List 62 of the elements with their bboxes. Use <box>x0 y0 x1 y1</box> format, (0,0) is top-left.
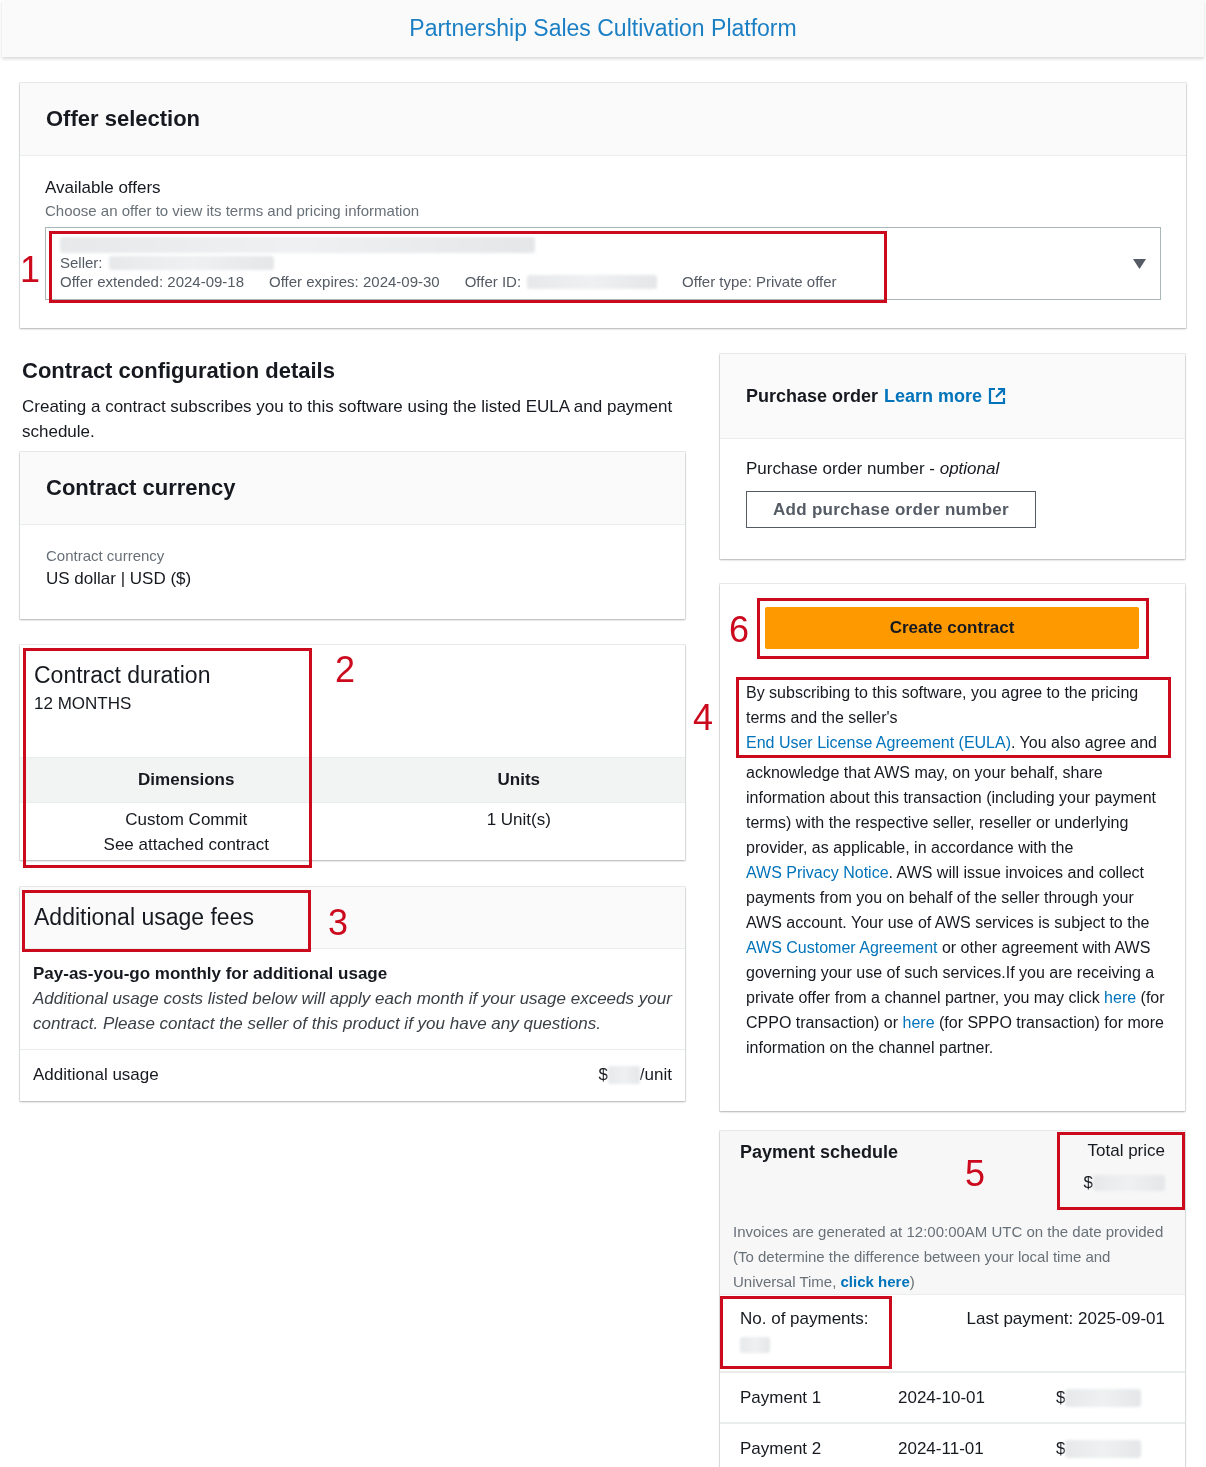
terms-link[interactable]: End User License Agreement (EULA) <box>746 734 1011 751</box>
seller-label: Seller: <box>60 253 103 272</box>
table-cell-text: Custom Commit <box>125 809 248 831</box>
create-contract-button[interactable]: Create contract <box>765 607 1139 649</box>
callout-number: 2 <box>335 652 356 688</box>
column-header: Dimensions <box>137 770 236 790</box>
blurred-redaction <box>740 1337 770 1353</box>
terms-link[interactable]: here <box>1104 989 1137 1006</box>
click-here-link[interactable]: click here <box>840 1273 910 1290</box>
section-title: Contract configuration details <box>22 358 335 383</box>
card-title: Purchase order <box>746 385 879 407</box>
offer-expires-date: Offer expires: 2024-09-30 <box>269 272 440 291</box>
currency-symbol: $ <box>1083 1173 1093 1193</box>
dropdown-caret-icon <box>1133 258 1146 269</box>
duration-value: 12 MONTHS <box>34 693 133 715</box>
card-title: Additional usage fees <box>34 904 254 931</box>
terms-link[interactable]: AWS Privacy Notice <box>746 864 889 881</box>
currency-symbol: $ <box>1056 1387 1066 1408</box>
learn-more-link[interactable]: Learn more <box>884 385 1007 407</box>
field-label: Contract currency <box>46 546 166 566</box>
last-payment-date: Last payment: 2025-09-01 <box>966 1309 1165 1330</box>
offer-extended-date: Offer extended: 2024-09-18 <box>60 272 245 291</box>
currency-value: US dollar | USD ($) <box>46 568 193 590</box>
offer-id-label: Offer ID: <box>464 272 522 291</box>
payment-label: Payment 2 <box>740 1438 823 1459</box>
offer-type: Offer type: Private offer <box>682 272 837 291</box>
usage-label: Additional usage <box>33 1065 159 1085</box>
payments-count-label: No. of payments: <box>740 1309 869 1329</box>
card-title: Offer selection <box>46 106 201 132</box>
column-header: Units <box>496 770 541 790</box>
card-title: Contract duration <box>34 662 211 688</box>
callout-number: 6 <box>729 612 750 648</box>
table-cell-text: 1 Unit(s) <box>486 809 551 831</box>
section-description: Creating a contract subscribes you to this software using the listed EULA and payment schedule. <box>22 396 674 443</box>
payment-date: 2024-10-01 <box>898 1387 986 1408</box>
payment-label: Payment 1 <box>740 1387 823 1408</box>
terms-link[interactable]: AWS Customer Agreement <box>746 939 938 956</box>
usage-description: Additional usage costs listed below will apply each month if your usage exceeds your contract. Please contact the seller of this product if you have any questions. <box>33 988 672 1035</box>
card-title: Payment schedule <box>740 1141 899 1164</box>
unit-label: /unit <box>639 1065 672 1085</box>
payment-date: 2024-11-01 <box>898 1438 985 1459</box>
total-price-label: Total price <box>1087 1141 1165 1161</box>
table-cell-text: See attached contract <box>103 834 269 856</box>
add-purchase-order-button[interactable]: Add purchase order number <box>746 491 1036 528</box>
currency-symbol: $ <box>1056 1438 1066 1459</box>
subtitle: Pay-as-you-go monthly for additional usage <box>33 963 389 985</box>
currency-symbol: $ <box>598 1065 608 1085</box>
field-label: Available offers <box>45 177 162 199</box>
external-link-icon <box>988 387 1007 405</box>
callout-number: 1 <box>20 252 41 288</box>
blurred-redaction <box>607 1066 640 1084</box>
field-label: Purchase order number - optional <box>746 458 1001 480</box>
terms-paragraph: acknowledge that AWS may, on your behalf, share information about this transaction (including your payment terms) with the respective seller, reseller or underlying provider, as applicable, in accordance with the AWS Privacy Notice. AWS will issue invoices and collect payments from you on behalf of the seller through your AWS account. Your use of AWS services is subject to the AWS Customer Agreement or other agreement with AWS governing your use of such services.If you are receiving a private offer from a channel partner, you may click here (for CPPO transaction) or here (for SPPO transaction) for more information on the channel partner. <box>745 763 1166 1058</box>
callout-number: 3 <box>328 905 349 941</box>
callout-number: 4 <box>693 700 714 736</box>
invoice-note: Invoices are generated at 12:00:00AM UTC on the date provided (To determine the difference between your local time and Universal Time, click here) <box>733 1222 1165 1292</box>
callout-number: 5 <box>965 1156 986 1192</box>
offer-dropdown[interactable]: Seller: Offer extended: 2024-09-18 Offer expires: 2024-09-30 Offer ID: Offer type: Private offer <box>45 227 1161 300</box>
terms-link[interactable]: here <box>902 1014 935 1031</box>
card-title: Contract currency <box>46 475 236 501</box>
field-description: Choose an offer to view its terms and pricing information <box>45 201 421 221</box>
page-title: Partnership Sales Cultivation Platform <box>409 15 797 42</box>
